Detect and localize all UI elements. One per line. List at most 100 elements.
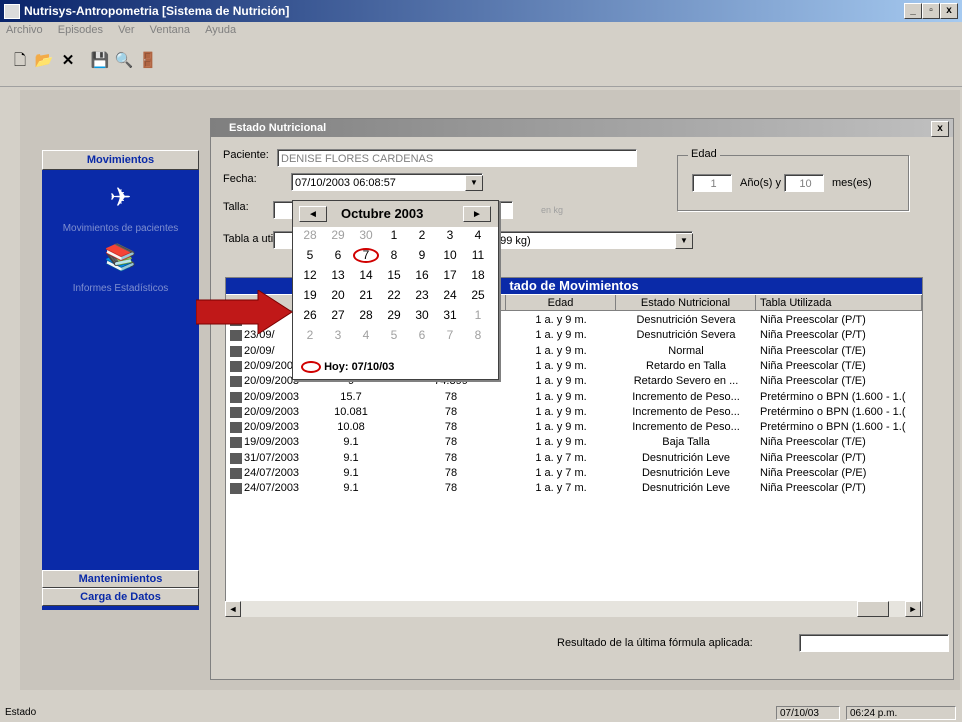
sidebar-item-label: Movimientos de pacientes (62, 223, 179, 234)
sidebar-item-movimientos-pacientes[interactable]: ✈ Movimientos de pacientes (42, 182, 199, 234)
table-row[interactable]: 31/07/2003 9.1 78 1 a. y 7 m. Desnutrición L… (226, 451, 922, 466)
calendar-day[interactable]: 7 (437, 328, 463, 343)
fecha-field[interactable]: 07/10/2003 06:08:57 (291, 173, 483, 191)
calendar-day[interactable]: 13 (325, 268, 351, 283)
column-header-tabla[interactable]: Tabla Utilizada (756, 295, 922, 311)
row-selector-icon[interactable] (230, 376, 242, 388)
table-cell-estado: Desnutrición Leve (641, 482, 731, 495)
calendar-day[interactable]: 27 (325, 308, 351, 323)
open-folder-icon[interactable]: 📂 (32, 50, 56, 72)
calendar-day[interactable]: 26 (297, 308, 323, 323)
calendar-day[interactable]: 18 (465, 268, 491, 283)
calendar-day[interactable]: 9 (409, 248, 435, 263)
calendar-day[interactable]: 15 (381, 268, 407, 283)
row-selector-icon[interactable] (230, 452, 242, 464)
calendar-day[interactable]: 17 (437, 268, 463, 283)
menu-ventana[interactable]: Ventana (144, 22, 196, 38)
calendar-day[interactable]: 28 (353, 308, 379, 323)
calendar-day[interactable]: 11 (465, 248, 491, 263)
sidebar-header[interactable]: Movimientos (42, 150, 199, 170)
close-button[interactable]: x (940, 3, 958, 19)
column-header-estado[interactable]: Estado Nutricional (616, 295, 756, 311)
row-selector-icon[interactable] (230, 406, 242, 418)
column-header-edad[interactable]: Edad (506, 295, 616, 311)
calendar-day[interactable]: 4 (353, 328, 379, 343)
row-selector-icon[interactable] (230, 483, 242, 495)
sidebar-footer-carga-datos[interactable]: Carga de Datos (42, 588, 199, 606)
calendar-day[interactable]: 3 (325, 328, 351, 343)
maximize-button[interactable]: ▫ (922, 3, 940, 19)
table-row[interactable]: 20/09/2003 10.081 78 1 a. y 9 m. Incremento … (226, 405, 922, 420)
menu-ayuda[interactable]: Ayuda (199, 22, 242, 38)
table-row[interactable]: 24/07/2003 9.1 78 1 a. y 7 m. Desnutrición L… (226, 481, 922, 496)
scroll-left-icon[interactable]: ◄ (225, 601, 241, 617)
edad-months-field[interactable]: 10 (784, 174, 824, 192)
prev-month-button[interactable]: ◄ (299, 206, 327, 222)
calendar-day[interactable]: 22 (381, 288, 407, 303)
calendar-day[interactable]: 12 (297, 268, 323, 283)
calendar-day[interactable]: 8 (465, 328, 491, 343)
calendar-day[interactable]: 8 (381, 248, 407, 263)
new-document-icon[interactable]: 🗋 (8, 50, 32, 72)
calendar-day[interactable]: 20 (325, 288, 351, 303)
calendar-day[interactable]: 2 (409, 228, 435, 243)
tabla-dropdown-button[interactable]: ▼ (675, 233, 693, 249)
find-binoculars-icon[interactable]: 🔍 (112, 50, 136, 72)
menu-ver[interactable]: Ver (112, 22, 141, 38)
calendar-day[interactable]: 4 (465, 228, 491, 243)
calendar-day[interactable]: 24 (437, 288, 463, 303)
row-selector-icon[interactable] (230, 422, 242, 434)
app-icon[interactable] (4, 4, 20, 19)
minimize-button[interactable]: _ (904, 3, 922, 19)
calendar-day[interactable]: 5 (381, 328, 407, 343)
calendar-day[interactable]: 28 (297, 228, 323, 243)
dialog-close-button[interactable]: x (931, 121, 949, 137)
row-selector-icon[interactable] (230, 437, 242, 449)
edad-years-label: Año(s) y (740, 177, 781, 189)
table-row[interactable]: 19/09/2003 9.1 78 1 a. y 9 m. Baja Talla Niña… (226, 435, 922, 450)
calendar-day[interactable]: 1 (381, 228, 407, 243)
today-button[interactable]: Hoy: 07/10/03 (301, 361, 394, 374)
next-month-button[interactable]: ► (463, 206, 491, 222)
calendar-day[interactable]: 30 (353, 228, 379, 243)
table-row[interactable]: 24/07/2003 9.1 78 1 a. y 7 m. Desnutrición L… (226, 466, 922, 481)
calendar-day[interactable]: 7 (353, 248, 379, 263)
horizontal-scrollbar[interactable]: ◄ ► (225, 601, 921, 617)
calendar-day[interactable]: 10 (437, 248, 463, 263)
calendar-day[interactable]: 14 (353, 268, 379, 283)
save-icon[interactable]: 💾 (88, 50, 112, 72)
calendar-day[interactable]: 23 (409, 288, 435, 303)
calendar-day[interactable]: 16 (409, 268, 435, 283)
table-row[interactable]: 20/09/2003 10.08 78 1 a. y 9 m. Incremento d… (226, 420, 922, 435)
fecha-dropdown-button[interactable]: ▼ (465, 175, 483, 191)
calendar-day[interactable]: 31 (437, 308, 463, 323)
table-row[interactable]: 20/09/2003 15.7 78 1 a. y 9 m. Incremento de… (226, 390, 922, 405)
calendar-day[interactable]: 29 (381, 308, 407, 323)
calendar-day[interactable]: 19 (297, 288, 323, 303)
calendar-day[interactable]: 30 (409, 308, 435, 323)
scroll-right-icon[interactable]: ► (905, 601, 921, 617)
sidebar-footer-mantenimientos[interactable]: Mantenimientos (42, 570, 199, 588)
scroll-thumb[interactable] (857, 601, 889, 617)
row-selector-icon[interactable] (230, 468, 242, 479)
calendar-day[interactable]: 29 (325, 228, 351, 243)
row-selector-icon[interactable] (230, 345, 242, 357)
row-selector-icon[interactable] (230, 360, 242, 372)
row-selector-icon[interactable] (230, 391, 242, 403)
calendar-day[interactable]: 25 (465, 288, 491, 303)
calendar-day[interactable]: 3 (437, 228, 463, 243)
menu-episodes[interactable]: Episodes (52, 22, 109, 38)
sidebar-item-informes[interactable]: 📚 Informes Estadísticos (42, 242, 199, 294)
calendar-day[interactable]: 6 (409, 328, 435, 343)
exit-door-icon[interactable]: 🚪 (136, 50, 160, 72)
delete-icon[interactable]: ✕ (56, 50, 80, 72)
calendar-day[interactable]: 2 (297, 328, 323, 343)
paciente-field[interactable]: DENISE FLORES CARDENAS (277, 149, 637, 167)
calendar-day[interactable]: 1 (465, 308, 491, 323)
edad-years-field[interactable]: 1 (692, 174, 732, 192)
calendar-day[interactable]: 6 (325, 248, 351, 263)
calendar-day[interactable]: 21 (353, 288, 379, 303)
calendar-day[interactable]: 5 (297, 248, 323, 263)
menu-archivo[interactable]: Archivo (0, 22, 49, 38)
resultado-field[interactable] (799, 634, 949, 652)
